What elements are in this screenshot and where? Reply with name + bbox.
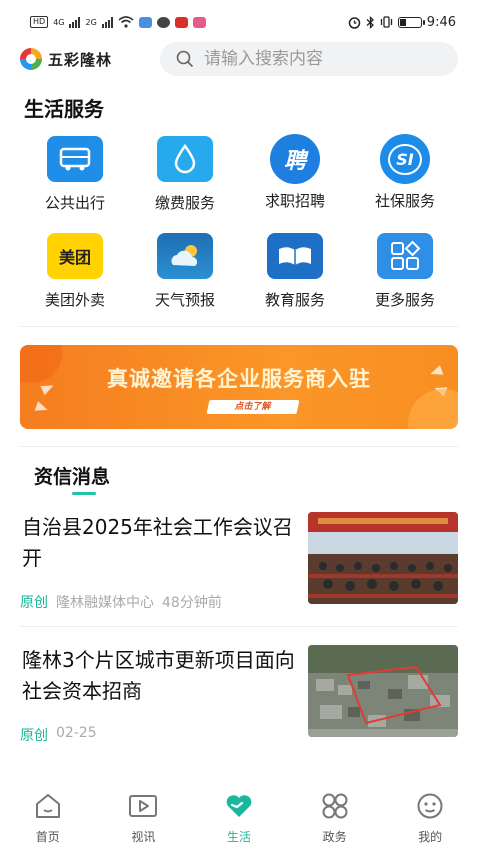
banner-text: 真诚邀请各企业服务商入驻 — [107, 367, 371, 391]
mail-app-icon — [138, 16, 152, 28]
service-label: 社保服务 — [374, 192, 435, 210]
app-logo[interactable]: 五彩隆林 — [20, 48, 160, 70]
divider — [20, 446, 458, 447]
game-app-icon — [192, 16, 206, 28]
logo-text: 五彩隆林 — [48, 50, 113, 69]
nav-label: 政务 — [322, 830, 347, 844]
wifi-icon — [118, 16, 134, 28]
divider — [20, 326, 458, 327]
nav-label: 首页 — [35, 830, 60, 844]
nav-label: 生活 — [226, 830, 251, 844]
home-icon — [35, 794, 60, 818]
water-drop-icon — [157, 136, 213, 182]
news-section-title: 资信消息 — [34, 466, 111, 488]
hd-indicator: HD — [30, 16, 49, 28]
merchant-invite-banner[interactable]: 真诚邀请各企业服务商入驻 点击了解 — [20, 345, 458, 429]
status-right: 9:46 — [348, 15, 456, 30]
search-icon — [176, 50, 194, 68]
clock-time: 9:46 — [426, 14, 456, 30]
network-2g-label: 2G — [85, 17, 97, 27]
news-app-icon — [174, 16, 188, 28]
service-payment[interactable]: 缴费服务 — [130, 136, 240, 213]
vibrate-icon — [380, 16, 392, 28]
news-tag: 原创 — [20, 728, 48, 744]
bottom-nav: 首页 视讯 生活 政务 我的 — [0, 788, 478, 850]
paper-plane-icon — [34, 401, 50, 415]
service-label: 公共出行 — [44, 194, 105, 212]
news-thumbnail-meeting — [308, 512, 458, 604]
status-left: HD 4G 2G — [30, 16, 206, 28]
nav-life[interactable]: 生活 — [199, 788, 279, 850]
status-bar: HD 4G 2G 9:46 — [0, 0, 478, 44]
service-public-transport[interactable]: 公共出行 — [20, 136, 130, 213]
service-education[interactable]: 教育服务 — [240, 233, 350, 310]
news-meta: 原创 02-25 — [20, 725, 97, 745]
profile-icon — [417, 793, 443, 819]
news-source: 隆林融媒体中心 — [56, 595, 154, 611]
nav-home[interactable]: 首页 — [8, 788, 88, 850]
nav-video[interactable]: 视讯 — [103, 788, 183, 850]
search-bar[interactable] — [160, 42, 458, 76]
service-label: 更多服务 — [374, 291, 435, 309]
service-more[interactable]: 更多服务 — [350, 233, 460, 310]
banner-learn-more-button[interactable]: 点击了解 — [206, 400, 300, 414]
news-time: 48分钟前 — [162, 595, 222, 611]
service-label: 天气预报 — [154, 291, 215, 309]
service-recruitment[interactable]: 聘 求职招聘 — [240, 134, 350, 213]
nav-government[interactable]: 政务 — [295, 788, 375, 850]
meituan-glyph: 美团 — [58, 248, 91, 267]
bus-icon — [47, 136, 103, 182]
logo-mark-icon — [20, 48, 42, 70]
grid-more-icon — [377, 233, 433, 279]
service-meituan[interactable]: 美团 美团外卖 — [20, 233, 130, 310]
news-headline: 自治县2025年社会工作会议召开 — [22, 515, 293, 570]
government-icon — [322, 793, 348, 819]
news-headline: 隆林3个片区城市更新项目面向社会资本招商 — [22, 648, 295, 703]
service-weather[interactable]: 天气预报 — [130, 233, 240, 310]
search-input[interactable] — [204, 49, 424, 69]
meituan-icon: 美团 — [47, 233, 103, 279]
news-item[interactable]: 自治县2025年社会工作会议召开 原创 隆林融媒体中心 48分钟前 — [20, 512, 458, 612]
social-security-icon: SI — [380, 134, 430, 184]
battery-icon — [397, 16, 425, 28]
alarm-icon — [348, 16, 361, 29]
divider — [20, 626, 458, 627]
news-time: 02-25 — [56, 725, 97, 741]
nav-label: 我的 — [418, 830, 443, 844]
service-label: 美团外卖 — [44, 291, 105, 309]
book-icon — [267, 233, 323, 279]
weather-icon — [157, 233, 213, 279]
service-social-security[interactable]: SI 社保服务 — [350, 134, 460, 213]
recruit-glyph: 聘 — [283, 149, 306, 174]
nav-label: 视讯 — [131, 830, 156, 844]
service-label: 求职招聘 — [264, 192, 325, 210]
network-4g-label: 4G — [53, 17, 65, 27]
life-services-grid: 公共出行 缴费服务 聘 求职招聘 SI 社保服务 美团 美团外卖 天气预报 教育… — [20, 134, 460, 310]
recruit-icon: 聘 — [270, 134, 320, 184]
app-header: 五彩隆林 — [0, 42, 478, 76]
video-icon — [129, 795, 158, 817]
signal-icon-2 — [101, 16, 113, 28]
news-thumbnail-aerial — [308, 645, 458, 737]
bluetooth-icon — [366, 15, 374, 29]
news-tag: 原创 — [20, 595, 48, 611]
life-services-title: 生活服务 — [24, 97, 104, 121]
social-security-glyph: SI — [388, 143, 422, 175]
nav-profile[interactable]: 我的 — [390, 788, 470, 850]
news-title-underline — [72, 492, 96, 495]
news-meta: 原创 隆林融媒体中心 48分钟前 — [20, 592, 222, 612]
chat-app-icon — [156, 16, 170, 28]
signal-icon — [69, 16, 81, 28]
service-label: 缴费服务 — [154, 194, 215, 212]
service-label: 教育服务 — [264, 291, 325, 309]
life-heart-icon — [226, 795, 252, 817]
news-item[interactable]: 隆林3个片区城市更新项目面向社会资本招商 原创 02-25 — [20, 645, 458, 745]
